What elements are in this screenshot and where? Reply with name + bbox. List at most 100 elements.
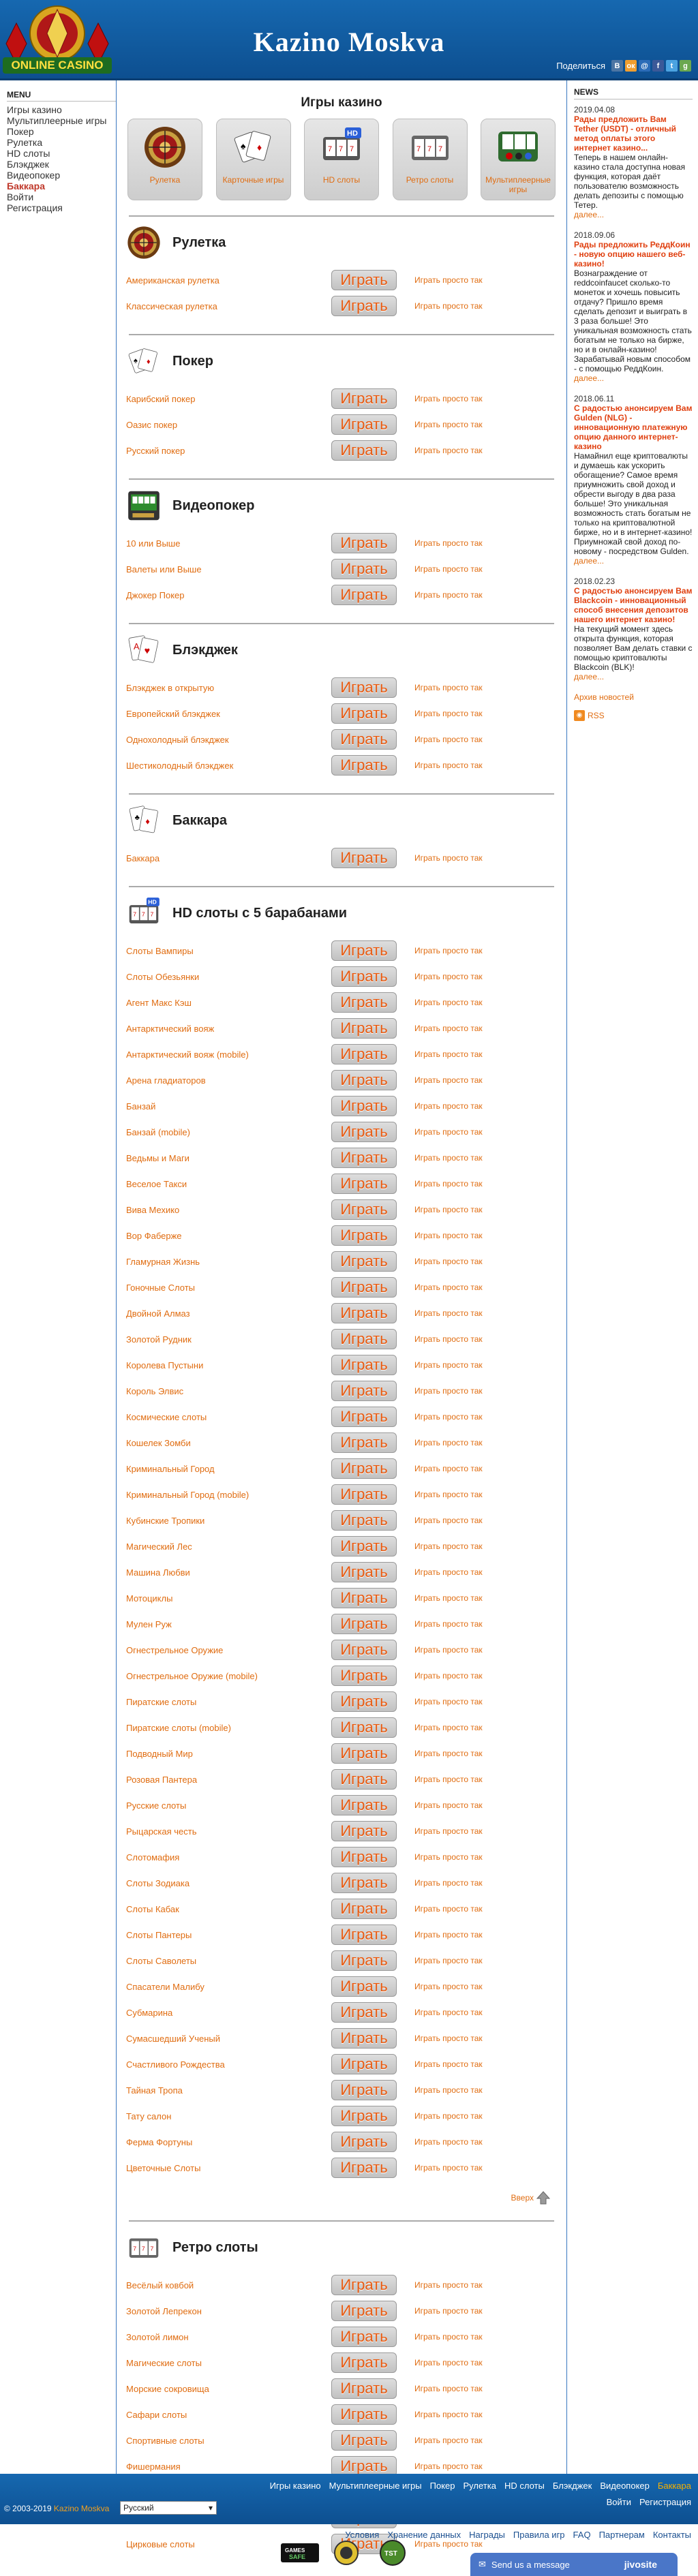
game-link[interactable]: Фишермания (126, 2462, 331, 2472)
game-link[interactable]: Слоты Обезьянки (126, 972, 331, 982)
rss-icon[interactable]: ◉ (574, 710, 585, 721)
game-link[interactable]: Антарктический вояж (mobile) (126, 1049, 331, 1060)
play-free-link[interactable]: Играть просто так (414, 420, 483, 429)
play-button[interactable]: Играть (331, 1691, 397, 1712)
play-button[interactable]: Играть (331, 1847, 397, 1867)
news-headline[interactable]: С радостью анонсируем Вам Blackcoin - ин… (574, 586, 692, 624)
game-link[interactable]: Спортивные слоты (126, 2436, 331, 2446)
play-button[interactable]: Играть (331, 2106, 397, 2126)
game-link[interactable]: Оазис покер (126, 420, 331, 430)
play-free-link[interactable]: Играть просто так (414, 972, 483, 981)
game-link[interactable]: Баккара (126, 853, 331, 863)
sidebar-item[interactable]: Баккара (7, 181, 116, 191)
game-link[interactable]: Банзай (126, 1101, 331, 1111)
certification-badge-icon[interactable] (326, 2539, 367, 2566)
play-button[interactable]: Играть (331, 992, 397, 1013)
news-headline[interactable]: Рады предложить РеддКоин - новую опцию н… (574, 240, 691, 269)
game-link[interactable]: Золотой Рудник (126, 1334, 331, 1345)
play-button[interactable]: Играть (331, 2378, 397, 2399)
play-free-link[interactable]: Играть просто так (414, 1775, 483, 1784)
play-button[interactable]: Играть (331, 1044, 397, 1064)
play-button[interactable]: Играть (331, 1251, 397, 1272)
play-free-link[interactable]: Играть просто так (414, 1619, 483, 1629)
back-to-top-link[interactable]: Вверх (511, 2193, 534, 2203)
game-link[interactable]: Гламурная Жизнь (126, 1257, 331, 1267)
play-button[interactable]: Играть (331, 1122, 397, 1142)
play-button[interactable]: Играть (331, 1484, 397, 1505)
footer-link[interactable]: Правила игр (513, 2530, 565, 2540)
footer-link[interactable]: Мультиплеерные игры (329, 2481, 422, 2491)
play-free-link[interactable]: Играть просто так (414, 1956, 483, 1965)
play-free-link[interactable]: Играть просто так (414, 1179, 483, 1189)
play-button[interactable]: Играть (331, 2301, 397, 2321)
play-free-link[interactable]: Играть просто так (414, 2462, 483, 2471)
play-free-link[interactable]: Играть просто так (414, 1386, 483, 1396)
news-archive-link[interactable]: Архив новостей (574, 692, 693, 702)
play-free-link[interactable]: Играть просто так (414, 2163, 483, 2173)
play-button[interactable]: Играть (331, 585, 397, 605)
play-button[interactable]: Играть (331, 1769, 397, 1790)
play-button[interactable]: Играть (331, 1925, 397, 1945)
game-link[interactable]: Русские слоты (126, 1800, 331, 1811)
play-button[interactable]: Играть (331, 1950, 397, 1971)
play-button[interactable]: Играть (331, 2132, 397, 2152)
play-button[interactable]: Играть (331, 1174, 397, 1194)
game-link[interactable]: Магический Лес (126, 1542, 331, 1552)
sidebar-item[interactable]: Видеопокер (7, 170, 116, 181)
play-free-link[interactable]: Играть просто так (414, 2410, 483, 2419)
play-button[interactable]: Играть (331, 2054, 397, 2074)
category-card[interactable]: 7 7 7 Ретро слоты (392, 119, 468, 200)
play-free-link[interactable]: Играть просто так (414, 683, 483, 692)
game-link[interactable]: Мулен Руж (126, 1619, 331, 1629)
game-link[interactable]: Ферма Фортуны (126, 2137, 331, 2147)
play-free-link[interactable]: Играть просто так (414, 1049, 483, 1059)
game-link[interactable]: Слоты Пантеры (126, 1930, 331, 1940)
play-free-link[interactable]: Играть просто так (414, 1464, 483, 1473)
play-button[interactable]: Играть (331, 1096, 397, 1116)
play-button[interactable]: Играть (331, 1614, 397, 1634)
play-free-link[interactable]: Играть просто так (414, 275, 483, 285)
game-link[interactable]: Джокер Покер (126, 590, 331, 600)
play-free-link[interactable]: Играть просто так (414, 735, 483, 744)
play-free-link[interactable]: Играть просто так (414, 761, 483, 770)
play-free-link[interactable]: Играть просто так (414, 1412, 483, 1422)
sidebar-item[interactable]: Войти (7, 191, 116, 202)
play-free-link[interactable]: Играть просто так (414, 946, 483, 955)
game-link[interactable]: Слоты Саволеты (126, 1956, 331, 1966)
footer-link[interactable]: Покер (430, 2481, 455, 2491)
play-button[interactable]: Играть (331, 1458, 397, 1479)
play-free-link[interactable]: Играть просто так (414, 1101, 483, 1111)
mailru-icon[interactable]: @ (639, 60, 650, 72)
play-free-link[interactable]: Играть просто так (414, 590, 483, 600)
game-link[interactable]: Огнестрельное Оружие (126, 1645, 331, 1655)
play-button[interactable]: Играть (331, 1899, 397, 1919)
play-free-link[interactable]: Играть просто так (414, 1697, 483, 1706)
game-link[interactable]: Европейский блэкджек (126, 709, 331, 719)
game-link[interactable]: Рыцарская честь (126, 1826, 331, 1837)
play-free-link[interactable]: Играть просто так (414, 2358, 483, 2367)
category-card[interactable]: Мультиплеерные игры (481, 119, 556, 200)
play-button[interactable]: Играть (331, 440, 397, 461)
game-link[interactable]: Тайная Тропа (126, 2085, 331, 2096)
play-button[interactable]: Играть (331, 2275, 397, 2295)
play-free-link[interactable]: Играть просто так (414, 1671, 483, 1681)
play-free-link[interactable]: Играть просто так (414, 1542, 483, 1551)
google-plus-icon[interactable]: g (680, 60, 691, 72)
sidebar-item[interactable]: Игры казино (7, 104, 116, 115)
category-card[interactable]: ♦ ♠ Карточные игры (215, 119, 291, 200)
game-link[interactable]: Вива Мехико (126, 1205, 331, 1215)
play-free-link[interactable]: Играть просто так (414, 1205, 483, 1214)
play-free-link[interactable]: Играть просто так (414, 2111, 483, 2121)
play-free-link[interactable]: Играть просто так (414, 2306, 483, 2316)
game-link[interactable]: Сумасшедший Ученый (126, 2034, 331, 2044)
play-free-link[interactable]: Играть просто так (414, 1852, 483, 1862)
play-free-link[interactable]: Играть просто так (414, 1308, 483, 1318)
game-link[interactable]: Вор Фаберже (126, 1231, 331, 1241)
play-button[interactable]: Играть (331, 1432, 397, 1453)
sidebar-item[interactable]: Блэкджек (7, 159, 116, 170)
play-button[interactable]: Играть (331, 1588, 397, 1608)
play-button[interactable]: Играть (331, 966, 397, 987)
play-free-link[interactable]: Играть просто так (414, 2085, 483, 2095)
footer-link[interactable]: Награды (469, 2530, 505, 2540)
casino-seal-icon[interactable]: TST (372, 2539, 413, 2566)
